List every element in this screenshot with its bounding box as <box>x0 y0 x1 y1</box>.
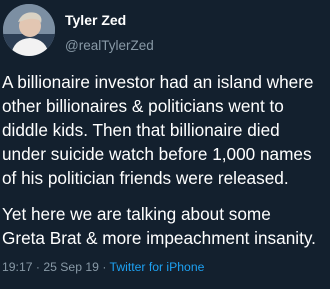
tweet-line: A billionaire investor had an island whe… <box>2 72 314 92</box>
tweet-source-link[interactable]: Twitter for iPhone <box>110 260 205 274</box>
tweet-card: Tyler Zed @realTylerZed A billionaire in… <box>0 0 330 289</box>
tweet-time[interactable]: 19:17 <box>2 260 33 274</box>
tweet-line: Yet here we are talking about some <box>2 204 271 224</box>
meta-separator: · <box>35 260 40 274</box>
tweet-meta: 19:17 · 25 Sep 19 · Twitter for iPhone <box>2 260 204 274</box>
tweet-line: under suicide watch before 1,000 names <box>2 144 312 164</box>
user-names: Tyler Zed @realTylerZed <box>65 12 154 54</box>
tweet-date[interactable]: 25 Sep 19 <box>43 260 99 274</box>
meta-separator: · <box>102 260 107 274</box>
display-name[interactable]: Tyler Zed <box>65 12 154 28</box>
user-handle[interactable]: @realTylerZed <box>65 38 154 54</box>
avatar[interactable] <box>3 4 55 56</box>
tweet-header: Tyler Zed @realTylerZed <box>0 2 330 58</box>
avatar-photo-icon <box>3 4 55 56</box>
tweet-line: of his politician friends were released. <box>2 168 289 188</box>
tweet-line: other billionaires & politicians went to <box>2 96 284 116</box>
tweet-line: diddle kids. Then that billionaire died <box>2 120 280 140</box>
tweet-line: Greta Brat & more impeachment insanity. <box>2 228 316 248</box>
tweet-text: A billionaire investor had an island whe… <box>2 70 330 250</box>
